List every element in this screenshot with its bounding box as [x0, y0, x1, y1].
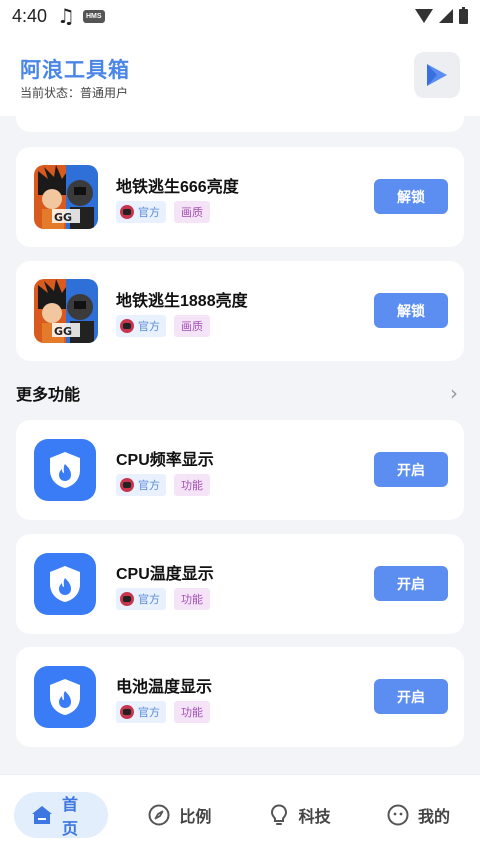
status-bar: 4:40 ♫ HMS — [0, 0, 480, 32]
author-avatar-icon — [120, 592, 134, 606]
more-features-header[interactable]: 更多功能 › — [16, 378, 464, 408]
tag-row: 官方 画质 — [116, 201, 210, 223]
battery-icon — [459, 6, 468, 24]
game-card[interactable]: GG 地铁逃生1888亮度 官方 画质 解锁 — [16, 261, 464, 361]
feature-card[interactable]: CPU频率显示 官方 功能 开启 — [16, 420, 464, 520]
tag-row: 官方 画质 — [116, 315, 210, 337]
play-triangle-icon — [425, 62, 449, 88]
unlock-button[interactable]: 解锁 — [374, 293, 448, 328]
unlock-button[interactable]: 解锁 — [374, 179, 448, 214]
shield-flame-icon — [34, 439, 96, 501]
official-tag: 官方 — [116, 701, 166, 723]
previous-card-edge — [16, 116, 464, 132]
official-tag: 官方 — [116, 201, 166, 223]
game-thumbnail: GG — [34, 279, 98, 343]
author-avatar-icon — [120, 319, 134, 333]
card-title: 地铁逃生1888亮度 — [116, 293, 248, 310]
author-avatar-icon — [120, 478, 134, 492]
user-status-text: 当前状态：普通用户 — [20, 86, 129, 100]
type-tag: 功能 — [174, 588, 210, 610]
enable-button[interactable]: 开启 — [374, 566, 448, 601]
status-indicators — [415, 6, 468, 24]
enable-button[interactable]: 开启 — [374, 452, 448, 487]
tag-row: 官方 功能 — [116, 588, 210, 610]
nav-mine[interactable]: 我的 — [370, 792, 466, 838]
hms-badge: HMS — [82, 9, 105, 23]
official-tag-label: 官方 — [138, 206, 160, 219]
card-title: 地铁逃生666亮度 — [116, 179, 239, 196]
author-avatar-icon — [120, 705, 134, 719]
nav-ratio[interactable]: 比例 — [131, 792, 227, 838]
feature-card[interactable]: 电池温度显示 官方 功能 开启 — [16, 647, 464, 747]
card-title: 电池温度显示 — [116, 679, 213, 696]
type-tag: 功能 — [174, 701, 210, 723]
official-tag-label: 官方 — [138, 479, 160, 492]
chevron-right-icon[interactable]: › — [450, 381, 458, 405]
official-tag: 官方 — [116, 474, 166, 496]
music-note-icon: ♫ — [57, 4, 75, 28]
face-icon — [386, 803, 410, 827]
app-title: 阿浪工具箱 — [20, 59, 130, 82]
nav-home[interactable]: 首页 — [14, 791, 108, 838]
shield-flame-icon — [34, 553, 96, 615]
official-tag-label: 官方 — [138, 593, 160, 606]
card-title: CPU温度显示 — [116, 566, 214, 583]
type-tag: 画质 — [174, 315, 210, 337]
nav-label: 科技 — [298, 808, 331, 826]
nav-label: 我的 — [417, 808, 450, 826]
compass-icon — [147, 803, 171, 827]
status-time: 4:40 — [12, 5, 48, 26]
official-tag-label: 官方 — [138, 320, 160, 333]
section-title: 更多功能 — [16, 387, 81, 404]
feature-card[interactable]: CPU温度显示 官方 功能 开启 — [16, 534, 464, 634]
game-card[interactable]: GG 地铁逃生666亮度 官方 画质 解锁 — [16, 147, 464, 247]
signal-icon — [439, 9, 453, 23]
author-avatar-icon — [120, 205, 134, 219]
type-tag: 画质 — [174, 201, 210, 223]
svg-text:GG: GG — [54, 325, 72, 338]
svg-text:GG: GG — [54, 211, 72, 224]
nav-tech[interactable]: 科技 — [251, 792, 347, 838]
bottom-nav: 首页 比例 科技 我的 — [0, 774, 480, 854]
shield-flame-icon — [34, 666, 96, 728]
home-icon — [30, 803, 54, 827]
nav-label: 比例 — [179, 808, 212, 826]
tag-row: 官方 功能 — [116, 701, 210, 723]
nav-label: 首页 — [62, 796, 79, 838]
official-tag-label: 官方 — [138, 706, 160, 719]
launch-button[interactable] — [414, 52, 460, 98]
official-tag: 官方 — [116, 588, 166, 610]
tag-row: 官方 功能 — [116, 474, 210, 496]
card-title: CPU频率显示 — [116, 452, 214, 469]
game-thumbnail: GG — [34, 165, 98, 229]
type-tag: 功能 — [174, 474, 210, 496]
app-header: 阿浪工具箱 当前状态：普通用户 — [0, 32, 480, 116]
official-tag: 官方 — [116, 315, 166, 337]
enable-button[interactable]: 开启 — [374, 679, 448, 714]
wifi-icon — [415, 9, 433, 23]
lightbulb-icon — [267, 803, 291, 827]
